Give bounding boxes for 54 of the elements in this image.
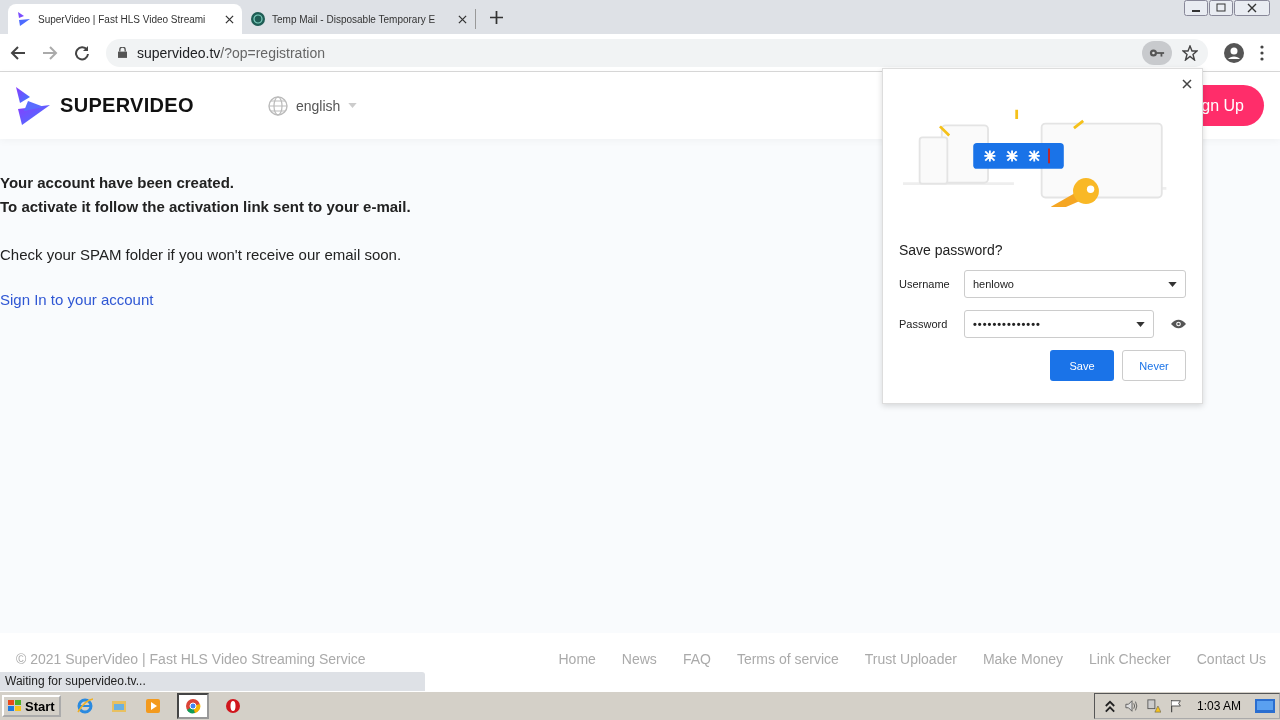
windows-logo-icon — [8, 700, 22, 712]
start-button[interactable]: Start — [2, 695, 61, 717]
chrome-icon — [184, 698, 201, 714]
username-label: Username — [899, 278, 951, 290]
clock[interactable]: 1:03 AM — [1196, 699, 1241, 713]
spam-note: Check your SPAM folder if you won't receive our email soon. — [0, 245, 402, 265]
speaker-icon[interactable] — [1124, 699, 1139, 713]
tab-title: Temp Mail - Disposable Temporary E — [272, 13, 437, 25]
tab-title: SuperVideo | Fast HLS Video Streami — [38, 13, 207, 25]
password-label: Password — [899, 318, 949, 330]
opera-icon — [224, 698, 241, 714]
status-bubble: Waiting for supervideo.tv... — [0, 672, 425, 691]
logo-icon[interactable] — [14, 86, 50, 125]
browser-tab[interactable]: Temp Mail - Disposable Temporary E — [242, 9, 476, 29]
close-icon[interactable] — [1234, 0, 1270, 16]
brand-name[interactable]: SUPERVIDEO — [60, 94, 194, 117]
browser-icon — [76, 698, 93, 714]
star-icon[interactable] — [1182, 44, 1198, 61]
new-tab-icon[interactable] — [490, 11, 503, 24]
address-bar[interactable]: supervideo.tv/?op=registration — [106, 38, 1208, 67]
menu-icon[interactable] — [1260, 44, 1264, 61]
account-icon[interactable] — [1224, 42, 1244, 63]
language-selector[interactable]: english — [268, 95, 358, 116]
close-icon[interactable] — [458, 14, 467, 24]
logo-icon — [16, 11, 32, 27]
caret-icon — [348, 103, 358, 108]
media-player-icon — [144, 698, 161, 714]
show-desktop-icon[interactable] — [1255, 698, 1275, 714]
chevron-up-icon[interactable] — [1102, 699, 1117, 713]
back-icon[interactable] — [10, 44, 26, 61]
close-icon[interactable] — [225, 14, 234, 24]
browser-tab[interactable]: SuperVideo | Fast HLS Video Streami — [8, 4, 242, 34]
close-icon[interactable] — [1182, 79, 1192, 89]
dialog-title: Save password? — [899, 242, 1004, 258]
folder-icon — [110, 698, 127, 714]
taskbar-app[interactable] — [176, 693, 209, 719]
globe-icon — [268, 95, 288, 116]
password-field[interactable]: •••••••••••••• — [964, 310, 1154, 338]
copyright-text: © 2021 SuperVideo | Fast HLS Video Streaming Service — [16, 651, 366, 667]
network-warning-icon[interactable] — [1146, 699, 1161, 713]
caret-icon[interactable] — [1136, 321, 1145, 327]
eye-icon[interactable] — [1171, 319, 1186, 329]
never-button[interactable]: Never — [1122, 350, 1186, 381]
globe-icon — [250, 11, 266, 27]
confirmation-message: Your account have been created. To activate it follow the activation link sent to your e-mail. — [0, 173, 411, 217]
sign-in-link[interactable]: Sign In to your account — [0, 291, 154, 308]
flag-icon[interactable] — [1168, 699, 1183, 713]
caret-icon[interactable] — [1168, 281, 1177, 287]
save-button[interactable]: Save — [1050, 350, 1114, 381]
lock-icon — [118, 47, 127, 58]
minimize-icon[interactable] — [1184, 0, 1208, 16]
key-icon[interactable] — [1142, 40, 1172, 65]
reload-icon[interactable] — [74, 44, 90, 61]
username-field[interactable]: henlowo — [964, 270, 1186, 298]
